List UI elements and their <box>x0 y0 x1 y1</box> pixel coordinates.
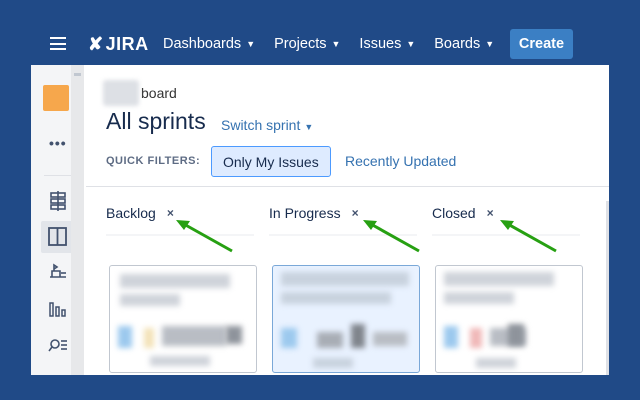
jira-logo[interactable]: ✘ JIRA <box>88 34 149 55</box>
search-issues-icon[interactable] <box>48 336 68 356</box>
sidebar-divider <box>44 175 72 176</box>
backlog-icon[interactable] <box>48 191 68 211</box>
redacted-project-name <box>103 80 139 106</box>
annotation-arrow-icon <box>363 220 420 253</box>
nav-projects[interactable]: Projects ▼ <box>274 36 340 52</box>
scrollbar-thumb[interactable] <box>74 73 81 76</box>
nav-dashboards-label: Dashboards <box>163 36 242 52</box>
remove-column-icon[interactable]: × <box>487 206 494 220</box>
sidebar-scrollbar[interactable] <box>71 65 84 375</box>
column-name: In Progress <box>269 205 341 221</box>
chevron-down-icon: ▼ <box>485 39 495 49</box>
remove-column-icon[interactable]: × <box>352 206 359 220</box>
switch-sprint-label: Switch sprint <box>221 117 301 133</box>
column-name: Backlog <box>106 205 156 221</box>
page-title: All sprints <box>106 108 206 134</box>
board-name-label: board <box>141 85 177 101</box>
jira-logo-text: JIRA <box>105 34 149 54</box>
chevron-down-icon: ▼ <box>406 39 416 49</box>
column-header-in-progress: In Progress × <box>269 205 359 221</box>
chevron-down-icon: ▼ <box>246 39 256 49</box>
issue-card[interactable] <box>109 265 257 373</box>
quick-filters-label: QUICK FILTERS: <box>106 155 201 167</box>
issue-card[interactable] <box>272 265 420 373</box>
create-button[interactable]: Create <box>510 29 573 59</box>
nav-issues-label: Issues <box>359 36 402 52</box>
nav-boards[interactable]: Boards ▼ <box>434 36 494 52</box>
column-header-closed: Closed × <box>432 205 494 221</box>
reports-icon[interactable] <box>48 299 68 319</box>
board-content: board All sprints Switch sprint ▼ QUICK F… <box>86 65 609 375</box>
releases-icon[interactable] <box>48 261 68 281</box>
project-sidebar: ••• <box>31 65 84 375</box>
header-divider <box>86 186 609 187</box>
nav-boards-label: Boards <box>434 36 481 52</box>
nav-issues[interactable]: Issues ▼ <box>359 36 415 52</box>
switch-sprint-dropdown[interactable]: Switch sprint ▼ <box>221 117 313 133</box>
nav-dashboards[interactable]: Dashboards ▼ <box>163 36 255 52</box>
chevron-down-icon: ▼ <box>304 122 314 132</box>
chevron-down-icon: ▼ <box>331 39 341 49</box>
remove-column-icon[interactable]: × <box>167 206 174 220</box>
filter-recently-updated[interactable]: Recently Updated <box>334 146 467 175</box>
menu-icon[interactable] <box>50 37 66 50</box>
column-header-backlog: Backlog × <box>106 205 174 221</box>
board-window: ••• board All sprints Switch sprint ▼ QUI… <box>31 65 609 375</box>
more-icon[interactable]: ••• <box>49 135 67 151</box>
column-name: Closed <box>432 205 476 221</box>
annotation-arrow-icon <box>176 220 233 253</box>
annotation-arrow-icon <box>500 220 557 253</box>
project-avatar[interactable] <box>43 85 69 111</box>
board-scrollbar[interactable] <box>606 201 609 375</box>
main-nav: Dashboards ▼ Projects ▼ Issues ▼ Boards ▼ <box>163 36 513 52</box>
issue-card[interactable] <box>435 265 583 373</box>
board-breadcrumb: board <box>103 80 177 106</box>
jira-logo-mark-icon: ✘ <box>88 34 104 54</box>
top-navigation-bar: ✘ JIRA Dashboards ▼ Projects ▼ Issues ▼ Boa… <box>0 0 640 64</box>
board-icon[interactable] <box>41 221 74 253</box>
nav-projects-label: Projects <box>274 36 327 52</box>
filter-only-my-issues[interactable]: Only My Issues <box>211 146 331 177</box>
